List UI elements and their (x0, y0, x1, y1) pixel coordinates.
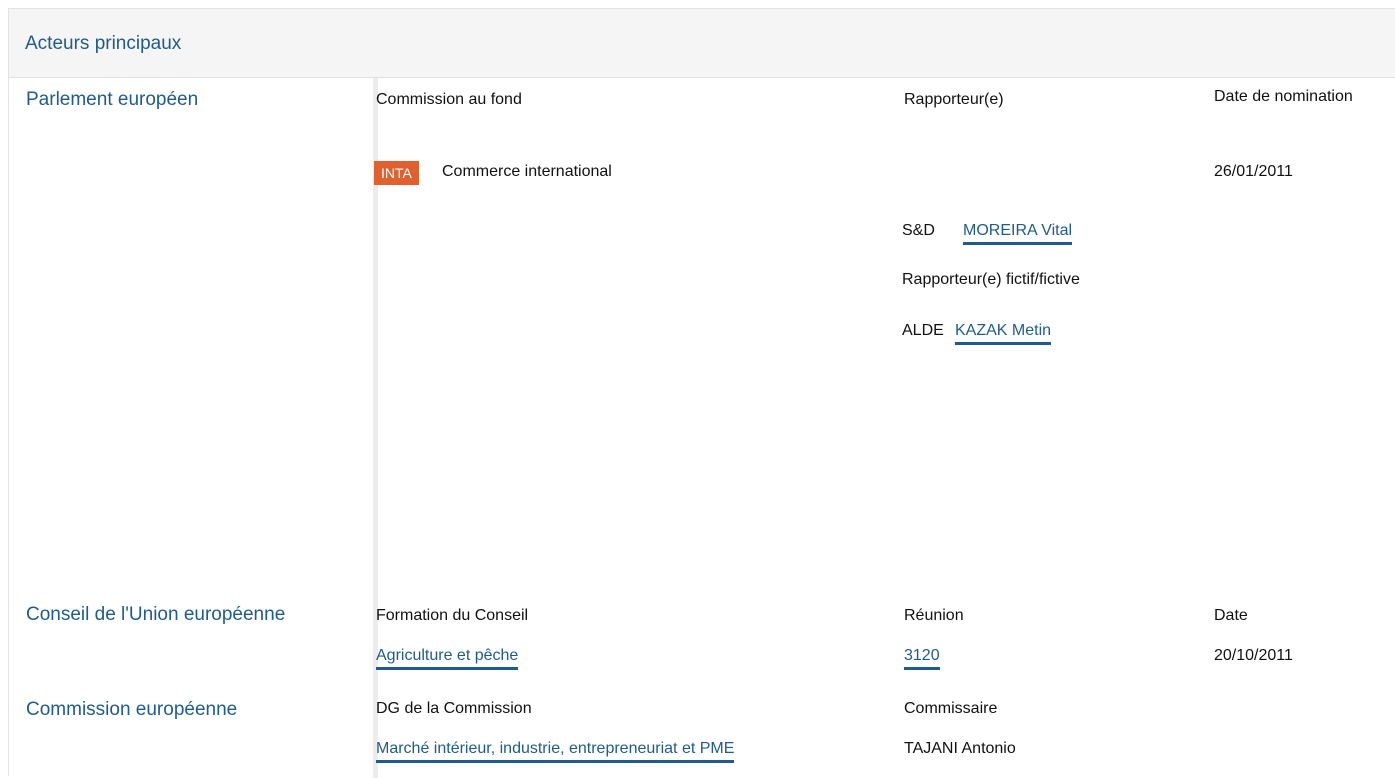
header-council-date: Date (1214, 607, 1248, 624)
row-label-parliament: Parlement européen (26, 89, 199, 110)
header-rapporteur: Rapporteur(e) (904, 91, 1004, 108)
council-date: 20/10/2011 (1214, 647, 1293, 664)
rapporteur-name-link[interactable]: MOREIRA Vital (963, 222, 1073, 245)
section-header: Acteurs principaux (9, 9, 1395, 78)
key-players-panel: Acteurs principaux Parlement européen Co… (8, 8, 1395, 778)
header-meeting: Réunion (904, 607, 964, 624)
council-formation[interactable]: Agriculture et pêche (376, 647, 519, 670)
dg-name[interactable]: Marché intérieur, industrie, entrepreneu… (376, 740, 735, 763)
commissioner-name: TAJANI Antonio (904, 740, 1016, 757)
committee-badge: INTA (374, 161, 419, 185)
header-commissioner: Commissaire (904, 700, 998, 717)
rapporteur-group: S&D (902, 222, 935, 239)
shadow-group: ALDE (902, 322, 944, 339)
header-committee: Commission au fond (376, 91, 522, 108)
row-label-commission: Commission européenne (26, 699, 238, 720)
shadow-name-link[interactable]: KAZAK Metin (955, 322, 1052, 345)
row-label-council: Conseil de l'Union européenne (26, 604, 286, 625)
meeting-number[interactable]: 3120 (904, 647, 940, 670)
header-dg: DG de la Commission (376, 700, 532, 717)
appointment-date: 26/01/2011 (1214, 163, 1293, 180)
council-formation-link[interactable]: Agriculture et pêche (376, 647, 519, 670)
rapporteur-name[interactable]: MOREIRA Vital (963, 222, 1073, 245)
shadow-rapporteur-label: Rapporteur(e) fictif/fictive (902, 271, 1080, 288)
committee-name: Commerce international (442, 163, 612, 180)
shadow-name[interactable]: KAZAK Metin (955, 322, 1052, 345)
meeting-link[interactable]: 3120 (904, 647, 940, 670)
section-title: Acteurs principaux (25, 33, 182, 54)
header-appointment-date: Date de nomination (1214, 88, 1353, 105)
header-council-formation: Formation du Conseil (376, 607, 529, 624)
dg-link[interactable]: Marché intérieur, industrie, entrepreneu… (376, 740, 735, 763)
